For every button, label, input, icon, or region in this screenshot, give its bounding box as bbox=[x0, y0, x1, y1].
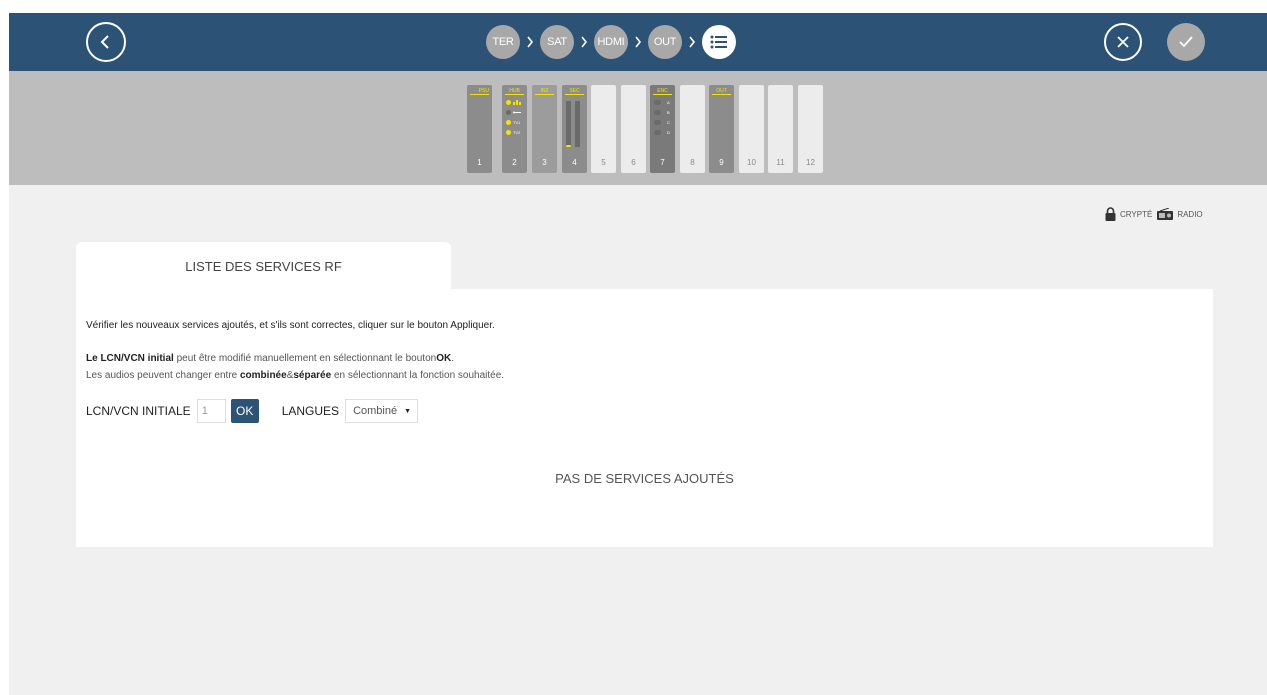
legend: CRYPTÉ RADIO bbox=[1105, 207, 1208, 221]
slot-name: ENC bbox=[653, 88, 672, 95]
rack-slot-5[interactable]: 5 bbox=[591, 85, 616, 173]
lcn-input[interactable] bbox=[196, 399, 226, 423]
slot-number: 8 bbox=[690, 158, 695, 167]
port-led bbox=[506, 100, 511, 105]
slot-number: 3 bbox=[542, 158, 547, 167]
rack-slot-4[interactable]: SEC 4 bbox=[562, 85, 587, 173]
lcn-help-end: . bbox=[451, 353, 454, 364]
slot-name: PSU bbox=[470, 88, 489, 95]
check-icon bbox=[1179, 36, 1193, 48]
instruction-text: Vérifier les nouveaux services ajoutés, … bbox=[86, 320, 495, 331]
slot-number: 7 bbox=[660, 158, 665, 167]
slot-number: 10 bbox=[747, 158, 756, 167]
lcn-help-body: peut être modifié manuellement en sélect… bbox=[173, 353, 437, 364]
port-led bbox=[506, 130, 511, 135]
slot-number: 1 bbox=[477, 158, 482, 167]
step-hdmi[interactable]: HDMI bbox=[594, 25, 628, 59]
audio-help-end: en sélectionnant la fonction souhaitée. bbox=[331, 370, 505, 381]
port-label: C bbox=[667, 120, 670, 125]
chevron-right-icon bbox=[682, 36, 702, 48]
port-led bbox=[506, 110, 511, 115]
audio-help-start: Les audios peuvent changer entre bbox=[86, 370, 240, 381]
network-icon bbox=[513, 100, 521, 105]
rack-slot-11[interactable]: 11 bbox=[768, 85, 793, 173]
tab-label: LISTE DES SERVICES RF bbox=[185, 259, 342, 274]
usb-icon bbox=[513, 110, 521, 115]
rack-slot-6[interactable]: 6 bbox=[621, 85, 646, 173]
legend-encrypted-label: CRYPTÉ bbox=[1120, 209, 1153, 219]
step-sat[interactable]: SAT bbox=[540, 25, 574, 59]
top-bar: TER SAT HDMI OUT bbox=[9, 13, 1267, 71]
slot-name: SEC bbox=[565, 88, 584, 95]
audio-help-combined: combinée bbox=[240, 370, 287, 381]
slot-name: IN2 bbox=[535, 88, 554, 95]
audio-help-separate: séparée bbox=[293, 370, 332, 381]
tab-services-list[interactable]: LISTE DES SERVICES RF bbox=[76, 242, 451, 289]
app-frame: TER SAT HDMI OUT PSU 1 HUB TV1 TV2 2 IN2… bbox=[9, 13, 1267, 695]
step-ter[interactable]: TER bbox=[486, 25, 520, 59]
langues-selected-value: Combiné bbox=[353, 405, 398, 417]
slot-number: 9 bbox=[719, 158, 724, 167]
chevron-right-icon bbox=[520, 36, 540, 48]
chevron-left-icon bbox=[100, 35, 109, 49]
slot-name: HUB bbox=[505, 88, 524, 95]
close-icon bbox=[1117, 36, 1129, 48]
port-led bbox=[654, 120, 661, 125]
port-label: TV1 bbox=[513, 120, 521, 125]
step-services-list[interactable] bbox=[702, 25, 736, 59]
rack-slot-3[interactable]: IN2 3 bbox=[532, 85, 557, 173]
chevron-right-icon bbox=[574, 36, 594, 48]
port-led bbox=[654, 100, 661, 105]
port-label: B bbox=[667, 110, 670, 115]
lcn-label: LCN/VCN INITIALE bbox=[86, 404, 191, 418]
cancel-button[interactable] bbox=[1104, 23, 1142, 61]
slot-name: OUT bbox=[712, 88, 731, 95]
back-button[interactable] bbox=[86, 22, 126, 62]
caret-down-icon: ▼ bbox=[404, 407, 412, 415]
radio-icon bbox=[1157, 208, 1174, 220]
port-label: D bbox=[667, 130, 670, 135]
legend-radio-label: RADIO bbox=[1177, 209, 1203, 219]
lcn-help-text: Le LCN/VCN initial peut être modifié man… bbox=[86, 353, 454, 364]
ok-button[interactable]: OK bbox=[230, 399, 259, 423]
rack-slot-9[interactable]: OUT 9 bbox=[709, 85, 734, 173]
empty-services-message: PAS DE SERVICES AJOUTÉS bbox=[555, 471, 734, 486]
lock-icon bbox=[1105, 207, 1116, 221]
chevron-right-icon bbox=[628, 36, 648, 48]
level-bar bbox=[575, 101, 580, 147]
slot-number: 11 bbox=[776, 158, 785, 167]
wizard-steps: TER SAT HDMI OUT bbox=[486, 24, 736, 60]
slot-number: 2 bbox=[512, 158, 517, 167]
rack-slot-12[interactable]: 12 bbox=[798, 85, 823, 173]
rack-overview: PSU 1 HUB TV1 TV2 2 IN2 3 SEC 4 5 6 ENC … bbox=[9, 71, 1267, 185]
list-icon bbox=[710, 35, 727, 49]
audio-help-text: Les audios peuvent changer entre combiné… bbox=[86, 370, 504, 381]
level-bar bbox=[566, 101, 571, 147]
step-out[interactable]: OUT bbox=[648, 25, 682, 59]
rack-slot-2[interactable]: HUB TV1 TV2 2 bbox=[502, 85, 527, 173]
langues-select[interactable]: Combiné ▼ bbox=[345, 399, 419, 423]
slot-number: 12 bbox=[806, 158, 815, 167]
rack-slot-7[interactable]: ENC A B C D 7 bbox=[650, 85, 675, 173]
port-label: A bbox=[667, 100, 670, 105]
slot-number: 5 bbox=[601, 158, 606, 167]
langues-label: LANGUES bbox=[281, 404, 340, 418]
lcn-help-ok: OK bbox=[436, 353, 452, 364]
rack-slot-8[interactable]: 8 bbox=[680, 85, 705, 173]
level-indicator bbox=[566, 145, 571, 147]
services-panel: Vérifier les nouveaux services ajoutés, … bbox=[76, 289, 1213, 547]
slot-number: 4 bbox=[572, 158, 577, 167]
port-label: TV2 bbox=[513, 130, 521, 135]
apply-button[interactable] bbox=[1167, 23, 1205, 61]
port-led bbox=[654, 130, 661, 135]
slot-number: 6 bbox=[631, 158, 636, 167]
rack-slot-1[interactable]: PSU 1 bbox=[467, 85, 492, 173]
rack-slot-10[interactable]: 10 bbox=[739, 85, 764, 173]
settings-row: LCN/VCN INITIALE OK LANGUES Combiné ▼ bbox=[86, 398, 419, 424]
port-led bbox=[506, 120, 511, 125]
port-led bbox=[654, 110, 661, 115]
lcn-help-bold: Le LCN/VCN initial bbox=[86, 353, 174, 364]
